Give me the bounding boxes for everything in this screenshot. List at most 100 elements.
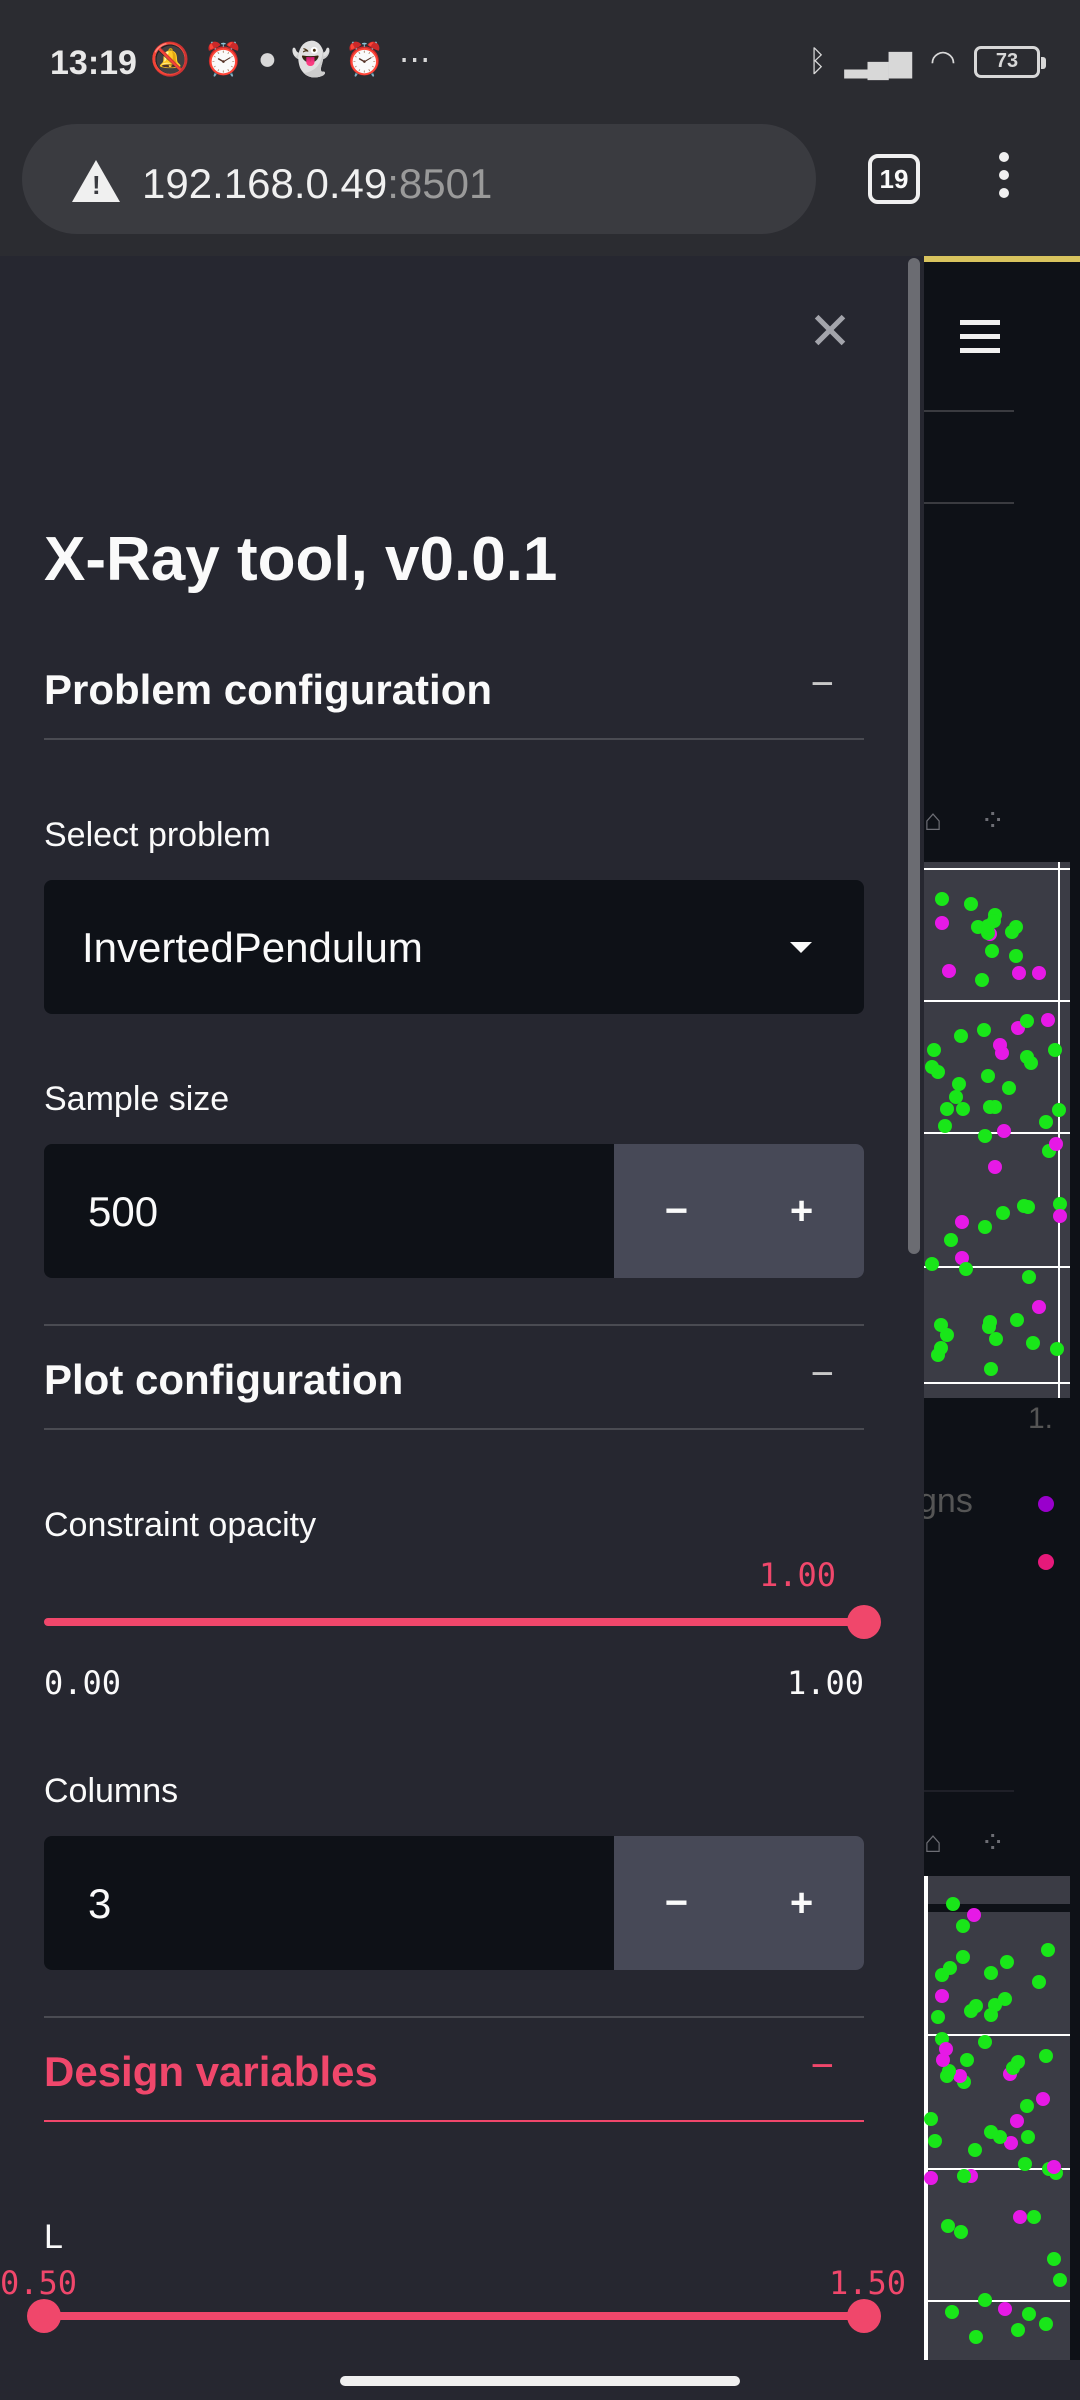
scatter-point xyxy=(935,892,949,906)
decrement-button[interactable]: − xyxy=(614,1144,739,1278)
problem-select[interactable]: InvertedPendulum xyxy=(44,880,864,1014)
home-icon[interactable]: ⌂ xyxy=(924,804,942,839)
scatter-point xyxy=(925,1257,939,1271)
scatter-point xyxy=(949,1090,963,1104)
expander-design-variables[interactable]: Design variables − xyxy=(44,2032,864,2122)
scatter-point xyxy=(1027,2210,1041,2224)
scatter-point xyxy=(969,2330,983,2344)
scatter-point xyxy=(983,1100,997,1114)
system-icons: ᛒ ▂▄▆ ◠ 73 xyxy=(808,44,1046,79)
scatter-point xyxy=(1026,1336,1040,1350)
range-high-value: 1.50 xyxy=(828,2264,906,2302)
scatter-point xyxy=(954,2225,968,2239)
status-bar: 13:19 🔕 ⏰ ● 👻 ⏰ ⋯ ᛒ ▂▄▆ ◠ 73 xyxy=(0,0,1080,120)
scatter-point xyxy=(927,1043,941,1057)
scatter-point xyxy=(1032,966,1046,980)
scatter-plot-1[interactable] xyxy=(924,862,1070,1398)
scatter-point xyxy=(924,2171,938,2185)
increment-button[interactable]: + xyxy=(739,1144,864,1278)
tab-switcher-button[interactable]: 19 xyxy=(868,154,920,204)
scatter-point xyxy=(959,1262,973,1276)
legend-label: gns xyxy=(918,1482,973,1520)
scatter-point xyxy=(1002,1081,1016,1095)
scatter-point xyxy=(1009,949,1023,963)
scatter-point xyxy=(956,1919,970,1933)
scatter-point xyxy=(1039,2049,1053,2063)
sidebar: ✕ X-Ray tool, v0.0.1 Problem configurati… xyxy=(0,256,924,2360)
columns-value[interactable]: 3 xyxy=(88,1880,111,1928)
slider-max-label: 1.00 xyxy=(786,1664,864,1702)
expander-title: Problem configuration xyxy=(44,666,493,713)
browser-toolbar: ! 192.168.0.49:8501 19 xyxy=(0,120,1080,256)
constraint-opacity-label: Constraint opacity xyxy=(44,1506,317,1544)
home-icon[interactable]: ⌂ xyxy=(924,1826,942,1861)
collapse-icon[interactable]: − xyxy=(811,2044,834,2089)
decrement-button[interactable]: − xyxy=(614,1836,739,1970)
divider xyxy=(924,502,1014,504)
slider-min-label: 0.00 xyxy=(44,1664,122,1702)
browser-menu-icon[interactable] xyxy=(994,152,1014,210)
constraint-opacity-slider-thumb[interactable] xyxy=(847,1605,881,1639)
selected-value: InvertedPendulum xyxy=(82,924,423,971)
scatter-point xyxy=(984,1362,998,1376)
collapse-icon[interactable]: − xyxy=(811,662,834,707)
scatter-point xyxy=(981,919,995,933)
sidebar-scrollbar[interactable] xyxy=(908,258,920,1254)
columns-input[interactable]: 3 − + xyxy=(44,1836,864,1970)
scatter-point xyxy=(1020,2099,1034,2113)
variable-l-label: L xyxy=(44,2218,63,2256)
variable-l-high-thumb[interactable] xyxy=(847,2299,881,2333)
scatter-point xyxy=(943,1961,957,1975)
scatter-point xyxy=(1041,1943,1055,1957)
notification-icons: 🔕 ⏰ ● 👻 ⏰ ⋯ xyxy=(150,40,431,78)
scatter-point xyxy=(1020,1014,1034,1028)
hamburger-menu-icon[interactable] xyxy=(960,320,1000,354)
scatter-point xyxy=(931,1065,945,1079)
constraint-opacity-slider-track[interactable] xyxy=(44,1618,864,1626)
scatter-point xyxy=(968,2143,982,2157)
pan-icon[interactable]: ⁘ xyxy=(980,804,1005,839)
variable-l-low-thumb[interactable] xyxy=(27,2299,61,2333)
battery-level: 73 xyxy=(995,50,1019,72)
scatter-point xyxy=(942,964,956,978)
scatter-point xyxy=(1022,2307,1036,2321)
scatter-point xyxy=(934,1341,948,1355)
scatter-point xyxy=(940,1328,954,1342)
stepper-buttons: − + xyxy=(614,1144,864,1278)
scatter-point xyxy=(939,2042,953,2056)
scatter-point xyxy=(938,1119,952,1133)
scatter-point xyxy=(1011,2323,1025,2337)
snapchat-icon: 👻 xyxy=(291,41,331,77)
divider xyxy=(44,1324,864,1326)
scatter-point xyxy=(1000,1955,1014,1969)
close-sidebar-button[interactable]: ✕ xyxy=(806,306,854,358)
scatter-point xyxy=(984,1966,998,1980)
collapse-icon[interactable]: − xyxy=(811,1352,834,1397)
more-dots-icon: ⋯ xyxy=(398,41,431,77)
scatter-point xyxy=(956,1102,970,1116)
divider xyxy=(44,2016,864,2018)
variable-l-range-track[interactable] xyxy=(44,2312,864,2320)
axis-tick-label: 1. xyxy=(1028,1402,1054,1435)
increment-button[interactable]: + xyxy=(739,1836,864,1970)
pan-icon[interactable]: ⁘ xyxy=(980,1826,1005,1861)
address-bar[interactable]: ! 192.168.0.49:8501 xyxy=(22,124,816,234)
plot-toolbar: ⌂ ⁘ xyxy=(924,1826,1005,1861)
scatter-point xyxy=(1039,1115,1053,1129)
scatter-point xyxy=(931,2010,945,2024)
url-text[interactable]: 192.168.0.49:8501 xyxy=(142,160,492,208)
scatter-point xyxy=(935,916,949,930)
scatter-point xyxy=(1017,1199,1031,1213)
sample-size-label: Sample size xyxy=(44,1080,230,1118)
scatter-plot-2[interactable] xyxy=(924,1876,1070,2360)
home-gesture-bar[interactable] xyxy=(340,2376,740,2386)
sample-size-value[interactable]: 500 xyxy=(88,1188,158,1236)
scatter-point xyxy=(1032,1300,1046,1314)
expander-plot-configuration[interactable]: Plot configuration − xyxy=(44,1340,864,1430)
scatter-point xyxy=(935,1989,949,2003)
warning-icon[interactable]: ! xyxy=(72,160,120,202)
scatter-point xyxy=(1047,2160,1061,2174)
page-title: X-Ray tool, v0.0.1 xyxy=(44,525,558,594)
expander-problem-configuration[interactable]: Problem configuration − xyxy=(44,650,864,740)
sample-size-input[interactable]: 500 − + xyxy=(44,1144,864,1278)
